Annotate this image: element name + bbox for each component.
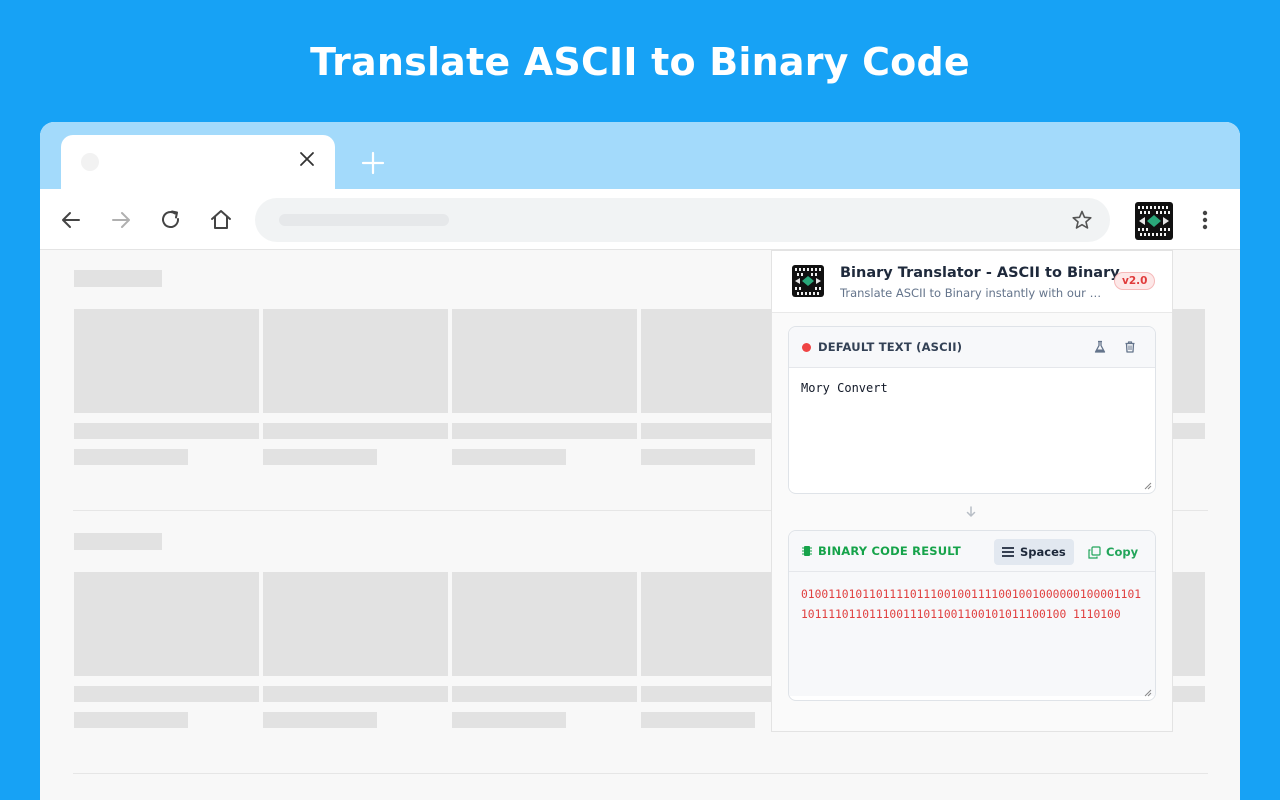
line-placeholder [641, 449, 755, 465]
binary-card-label: BINARY CODE RESULT [818, 544, 961, 558]
lines-icon [1002, 547, 1014, 557]
line-placeholder [452, 686, 637, 702]
line-placeholder [74, 712, 188, 728]
flask-icon[interactable] [1092, 339, 1108, 355]
card-placeholder [74, 309, 259, 413]
ascii-card-header: DEFAULT TEXT (ASCII) [789, 327, 1155, 368]
home-icon[interactable] [208, 207, 234, 233]
plus-icon[interactable] [360, 150, 386, 176]
section-divider [73, 773, 1208, 774]
resize-grip-icon[interactable] [1143, 481, 1152, 490]
browser-tab[interactable] [61, 135, 335, 189]
card-placeholder [74, 572, 259, 676]
line-placeholder [74, 449, 188, 465]
line-placeholder [263, 449, 377, 465]
star-icon[interactable] [1071, 209, 1093, 231]
spaces-label: Spaces [1020, 545, 1066, 559]
spaces-toggle-button[interactable]: Spaces [994, 539, 1074, 565]
line-placeholder [1170, 686, 1205, 702]
binary-card-header: BINARY CODE RESULT Spaces Copy [789, 531, 1155, 572]
copy-icon [1088, 546, 1101, 559]
card-placeholder [1170, 572, 1205, 676]
line-placeholder [452, 449, 566, 465]
chip-icon [802, 546, 812, 556]
tab-strip [40, 122, 1240, 189]
card-placeholder [1170, 309, 1205, 413]
kebab-menu-icon[interactable] [1200, 207, 1210, 233]
line-placeholder [74, 686, 259, 702]
line-placeholder [1170, 423, 1205, 439]
tab-favicon-icon [81, 153, 99, 171]
address-bar[interactable] [255, 198, 1110, 242]
close-icon[interactable] [297, 149, 317, 169]
arrow-down-icon [966, 506, 976, 517]
card-placeholder [263, 309, 448, 413]
line-placeholder [452, 423, 637, 439]
line-placeholder [263, 686, 448, 702]
reload-icon[interactable] [158, 207, 184, 233]
resize-grip-icon[interactable] [1143, 688, 1152, 697]
ascii-input-field[interactable]: Mory Convert [789, 368, 1155, 492]
section-title-placeholder [74, 270, 162, 287]
extension-popup: Binary Translator - ASCII to Binary Tran… [771, 250, 1173, 732]
card-placeholder [452, 309, 637, 413]
card-placeholder [452, 572, 637, 676]
version-badge: v2.0 [1114, 272, 1156, 290]
binary-translator-extension-icon[interactable] [1135, 202, 1173, 240]
line-placeholder [452, 712, 566, 728]
line-placeholder [263, 423, 448, 439]
popup-header: Binary Translator - ASCII to Binary Tran… [772, 251, 1172, 313]
browser-toolbar [40, 189, 1240, 250]
address-url-placeholder [279, 214, 449, 226]
forward-arrow-icon[interactable] [108, 207, 134, 233]
popup-body: DEFAULT TEXT (ASCII) Mory Convert BINARY… [772, 313, 1172, 731]
ascii-input-card: DEFAULT TEXT (ASCII) Mory Convert [788, 326, 1156, 494]
copy-label: Copy [1106, 545, 1139, 559]
section-title-placeholder [74, 533, 162, 550]
copy-button[interactable]: Copy [1084, 539, 1142, 565]
binary-result-card: BINARY CODE RESULT Spaces Copy 010011010… [788, 530, 1156, 701]
binary-translator-logo-icon [792, 265, 824, 297]
binary-output-field[interactable]: 0100110101101111011100100111100100100000… [789, 572, 1155, 696]
popup-subtitle: Translate ASCII to Binary instantly with… [840, 286, 1108, 300]
back-arrow-icon[interactable] [58, 207, 84, 233]
status-dot-icon [802, 343, 811, 352]
page-headline: Translate ASCII to Binary Code [310, 40, 970, 84]
line-placeholder [263, 712, 377, 728]
line-placeholder [641, 712, 755, 728]
card-placeholder [263, 572, 448, 676]
ascii-card-label: DEFAULT TEXT (ASCII) [818, 340, 963, 354]
line-placeholder [74, 423, 259, 439]
popup-title: Binary Translator - ASCII to Binary [840, 265, 1120, 281]
trash-icon[interactable] [1122, 339, 1138, 355]
